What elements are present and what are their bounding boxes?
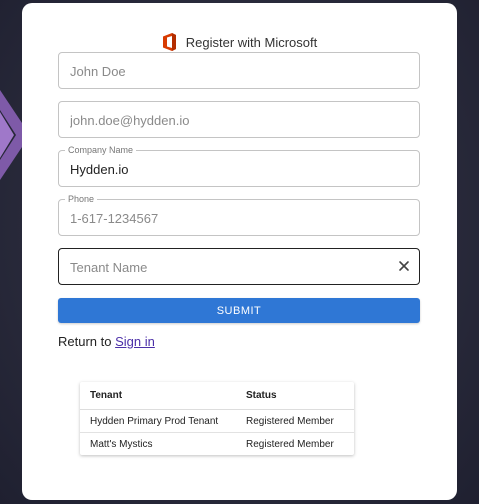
tenant-input[interactable] — [68, 249, 392, 286]
status-cell: Registered Member — [236, 409, 354, 433]
tenant-field[interactable] — [58, 248, 420, 286]
phone-input[interactable] — [68, 200, 392, 237]
table-row[interactable]: Hydden Primary Prod Tenant Registered Me… — [80, 409, 354, 433]
submit-button[interactable]: SUBMIT — [58, 298, 420, 323]
column-header-tenant: Tenant — [80, 382, 236, 410]
register-card: Register with Microsoft Company Name Pho… — [22, 3, 457, 500]
return-to-sign-in: Return to Sign in — [58, 334, 155, 349]
return-text: Return to — [58, 334, 112, 349]
tenant-cell: Hydden Primary Prod Tenant — [80, 409, 236, 433]
close-icon[interactable] — [397, 259, 411, 273]
tenants-table: Tenant Status Hydden Primary Prod Tenant… — [80, 382, 354, 455]
name-input[interactable] — [68, 53, 392, 90]
tenant-cell: Matt's Mystics — [90, 438, 153, 450]
column-header-status: Status — [236, 382, 354, 410]
table-header-row: Tenant Status — [80, 382, 354, 410]
phone-field[interactable]: Phone — [58, 194, 420, 237]
table-row[interactable]: Matt's Mystics Registered Member — [80, 433, 354, 456]
status-cell: Registered Member — [246, 438, 334, 450]
name-field[interactable] — [58, 52, 420, 90]
email-input[interactable] — [68, 102, 392, 139]
page-title: Register with Microsoft — [185, 34, 318, 50]
email-field[interactable] — [58, 101, 420, 139]
company-input[interactable] — [68, 151, 392, 188]
company-field[interactable]: Company Name — [58, 145, 420, 188]
office-icon — [162, 33, 176, 51]
sign-in-link[interactable]: Sign in — [115, 334, 155, 349]
